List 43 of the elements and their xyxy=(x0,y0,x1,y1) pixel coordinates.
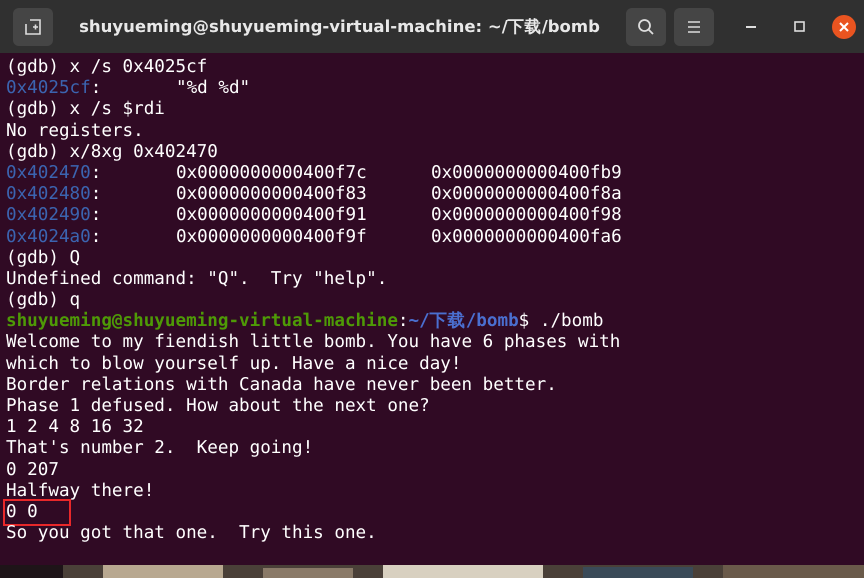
close-icon xyxy=(839,22,849,32)
terminal-line: 0 207 xyxy=(6,460,59,481)
search-button[interactable] xyxy=(626,8,666,46)
search-icon xyxy=(637,18,655,36)
terminal-line: So you got that one. Try this one. xyxy=(6,523,377,544)
terminal-line: Phase 1 defused. How about the next one? xyxy=(6,396,430,418)
new-tab-button[interactable] xyxy=(13,8,53,46)
terminal-line: Border relations with Canada have never been better. xyxy=(6,374,557,396)
menu-button[interactable] xyxy=(674,8,714,46)
memory-value: 0x0000000000400f91 xyxy=(176,205,368,226)
memory-value: 0x0000000000400f7c xyxy=(176,162,368,184)
memory-address: 0x402470: xyxy=(6,162,102,184)
terminal-line: (gdb) q xyxy=(6,290,80,312)
memory-value: 0x0000000000400fb9 xyxy=(431,162,623,184)
memory-value: 0x0000000000400f8a xyxy=(431,184,623,206)
terminal-line: (gdb) x /s $rdi xyxy=(6,99,165,121)
terminal-line: Welcome to my fiendish little bomb. You have 6 phases with xyxy=(6,332,620,354)
terminal-line: which to blow yourself up. Have a nice day! xyxy=(6,354,462,375)
memory-address: 0x402490: xyxy=(6,205,102,226)
shell-prompt-line: shuyueming@shuyueming-virtual-machine:~/下载/bomb$ ./bomb xyxy=(6,311,604,332)
memory-value: 0x0000000000400f9f xyxy=(176,226,368,248)
memory-address: 0x4024a0: xyxy=(6,226,102,248)
memory-value: 0x0000000000400f98 xyxy=(431,205,623,226)
terminal-line: (gdb) x /s 0x4025cf xyxy=(6,57,208,78)
memory-value: 0x0000000000400f83 xyxy=(176,184,368,206)
maximize-icon xyxy=(794,21,804,32)
memory-value: 0x0000000000400fa6 xyxy=(431,226,623,248)
window-title: shuyueming@shuyueming-virtual-machine: ~/下载/bomb xyxy=(78,16,601,38)
minimize-icon xyxy=(746,26,756,28)
memory-address: 0x402480: xyxy=(6,184,102,206)
terminal-line: Halfway there! xyxy=(6,480,154,502)
terminal-line: (gdb) Q xyxy=(6,248,80,269)
memory-value: "%d %d" xyxy=(176,78,252,100)
terminal-line: That's number 2. Keep going! xyxy=(6,438,314,460)
menu-icon xyxy=(686,20,702,34)
terminal-line: No registers. xyxy=(6,120,144,142)
close-button[interactable] xyxy=(832,14,856,38)
memory-address: 0x4025cf: xyxy=(6,78,102,100)
new-tab-icon xyxy=(24,18,42,36)
terminal-line: 1 2 4 8 16 32 xyxy=(6,417,144,438)
highlighted-output-line: 0 0 xyxy=(6,502,68,524)
terminal-line: Undefined command: "Q". Try "help". xyxy=(6,268,388,290)
terminal-line: (gdb) x/8xg 0x402470 xyxy=(6,142,218,163)
